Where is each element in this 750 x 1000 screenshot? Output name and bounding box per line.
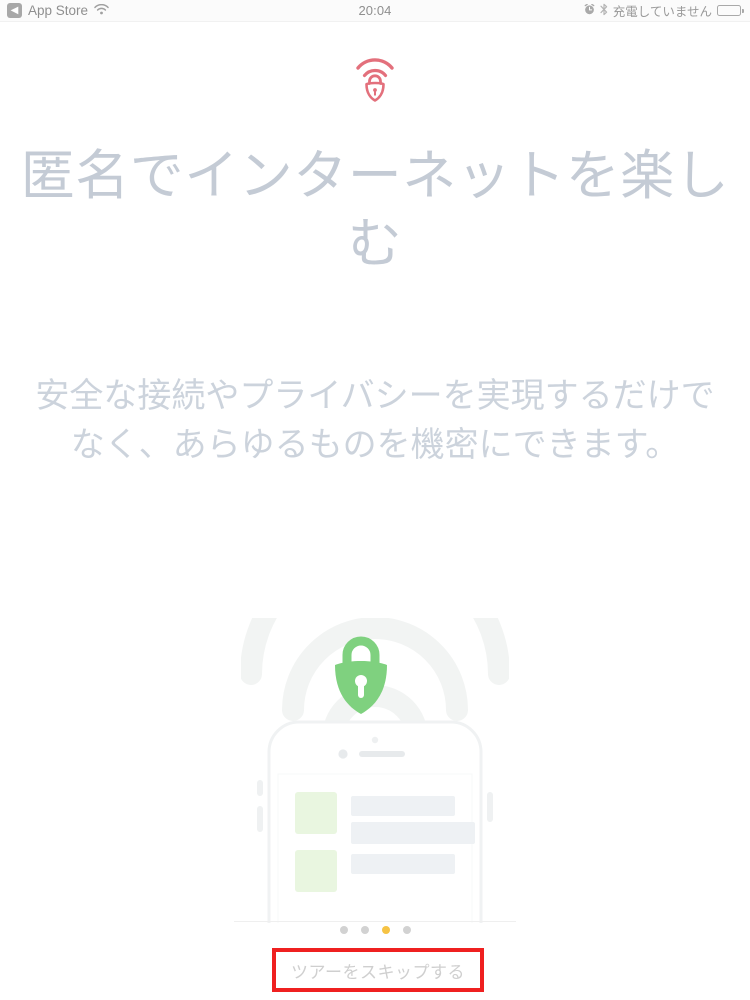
onboarding-illustration xyxy=(225,539,525,954)
page-dot-3[interactable] xyxy=(381,926,390,934)
shield-padlock-icon xyxy=(330,634,392,719)
page-dot-1[interactable] xyxy=(339,926,348,934)
bluetooth-icon xyxy=(600,3,608,19)
status-bar: ◀ App Store 20:04 充電していません xyxy=(0,0,750,22)
battery-status-label: 充電していません xyxy=(612,5,712,19)
battery-icon xyxy=(717,5,744,16)
page-description: 安全な接続やプライバシーを実現するだけでなく、あらゆるものを機密にできます。 xyxy=(35,377,715,465)
status-bar-right: 充電していません xyxy=(584,1,744,20)
skip-tour-button[interactable]: ツアーをスキップする xyxy=(276,952,480,988)
footer-divider xyxy=(234,921,516,922)
page-indicator[interactable] xyxy=(0,926,750,934)
wifi-lock-logo-icon xyxy=(351,52,399,107)
skip-tour-highlight: ツアーをスキップする xyxy=(272,948,484,992)
page-dot-2[interactable] xyxy=(360,926,369,934)
alarm-clock-icon xyxy=(584,3,595,18)
page-title: 匿名でインターネットを楽しむ xyxy=(20,146,730,274)
smartphone-icon xyxy=(251,718,499,954)
page-dot-4[interactable] xyxy=(402,926,411,934)
app-screen: ◀ App Store 20:04 充電していません 匿名でインターネットを楽し… xyxy=(0,0,750,1000)
